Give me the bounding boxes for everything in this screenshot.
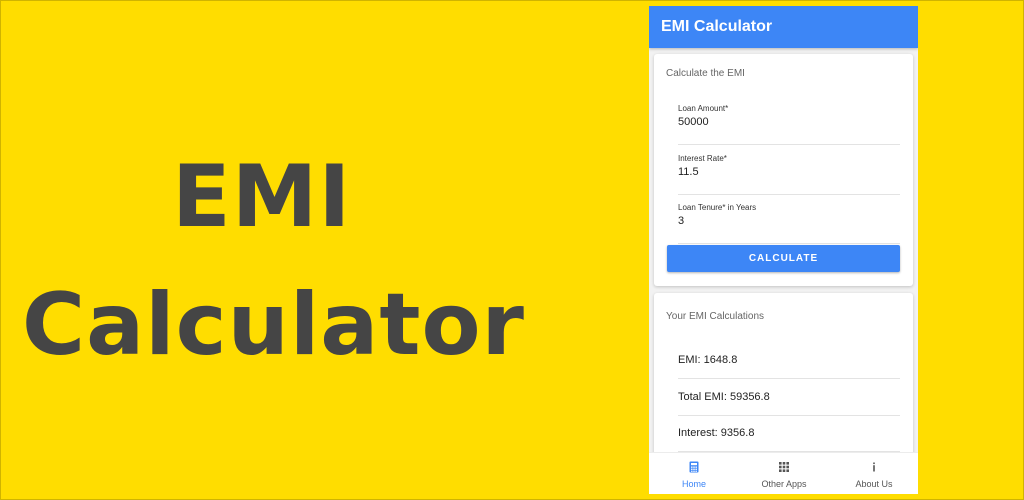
nav-other-apps[interactable]: Other Apps bbox=[739, 453, 829, 494]
result-row-total-emi: Total EMI: 59356.8 bbox=[678, 379, 900, 416]
info-icon bbox=[873, 462, 875, 472]
loan-amount-label: Loan Amount* bbox=[678, 104, 729, 113]
result-interest-text: Interest: 9356.8 bbox=[678, 427, 755, 439]
apps-grid-icon bbox=[779, 462, 789, 472]
app-bar-title: EMI Calculator bbox=[649, 6, 918, 48]
calculate-button[interactable]: CALCULATE bbox=[667, 245, 900, 272]
nav-home[interactable]: Home bbox=[649, 453, 739, 494]
nav-about-us-label: About Us bbox=[855, 479, 893, 489]
interest-rate-label: Interest Rate* bbox=[678, 154, 727, 163]
loan-tenure-label: Loan Tenure* in Years bbox=[678, 203, 757, 212]
phone-screen: EMI Calculator Calculate the EMI Loan Am… bbox=[649, 6, 918, 494]
nav-about-us[interactable]: About Us bbox=[829, 453, 918, 494]
loan-tenure-field: Loan Tenure* in Years bbox=[678, 195, 900, 244]
bottom-navigation: Home Other Apps About Us bbox=[649, 452, 918, 494]
calculate-card: Calculate the EMI Loan Amount* Interest … bbox=[654, 54, 913, 286]
result-emi-text: EMI: 1648.8 bbox=[678, 354, 738, 366]
result-row-interest: Interest: 9356.8 bbox=[678, 415, 900, 452]
calculator-icon bbox=[689, 461, 699, 473]
nav-home-label: Home bbox=[681, 479, 706, 489]
interest-rate-field: Interest Rate* bbox=[678, 146, 900, 195]
results-card-heading: Your EMI Calculations bbox=[666, 311, 765, 322]
interest-rate-input[interactable] bbox=[678, 166, 900, 178]
result-row-emi: EMI: 1648.8 bbox=[678, 342, 900, 379]
hero-title-line2: Calculator bbox=[22, 275, 525, 375]
loan-amount-field: Loan Amount* bbox=[678, 96, 900, 145]
hero-title-line1: EMI bbox=[172, 147, 352, 247]
calculate-card-heading: Calculate the EMI bbox=[666, 68, 745, 79]
result-total-emi-text: Total EMI: 59356.8 bbox=[678, 391, 770, 403]
loan-amount-input[interactable] bbox=[678, 116, 900, 128]
loan-tenure-input[interactable] bbox=[678, 215, 900, 227]
nav-other-apps-label: Other Apps bbox=[761, 479, 807, 489]
